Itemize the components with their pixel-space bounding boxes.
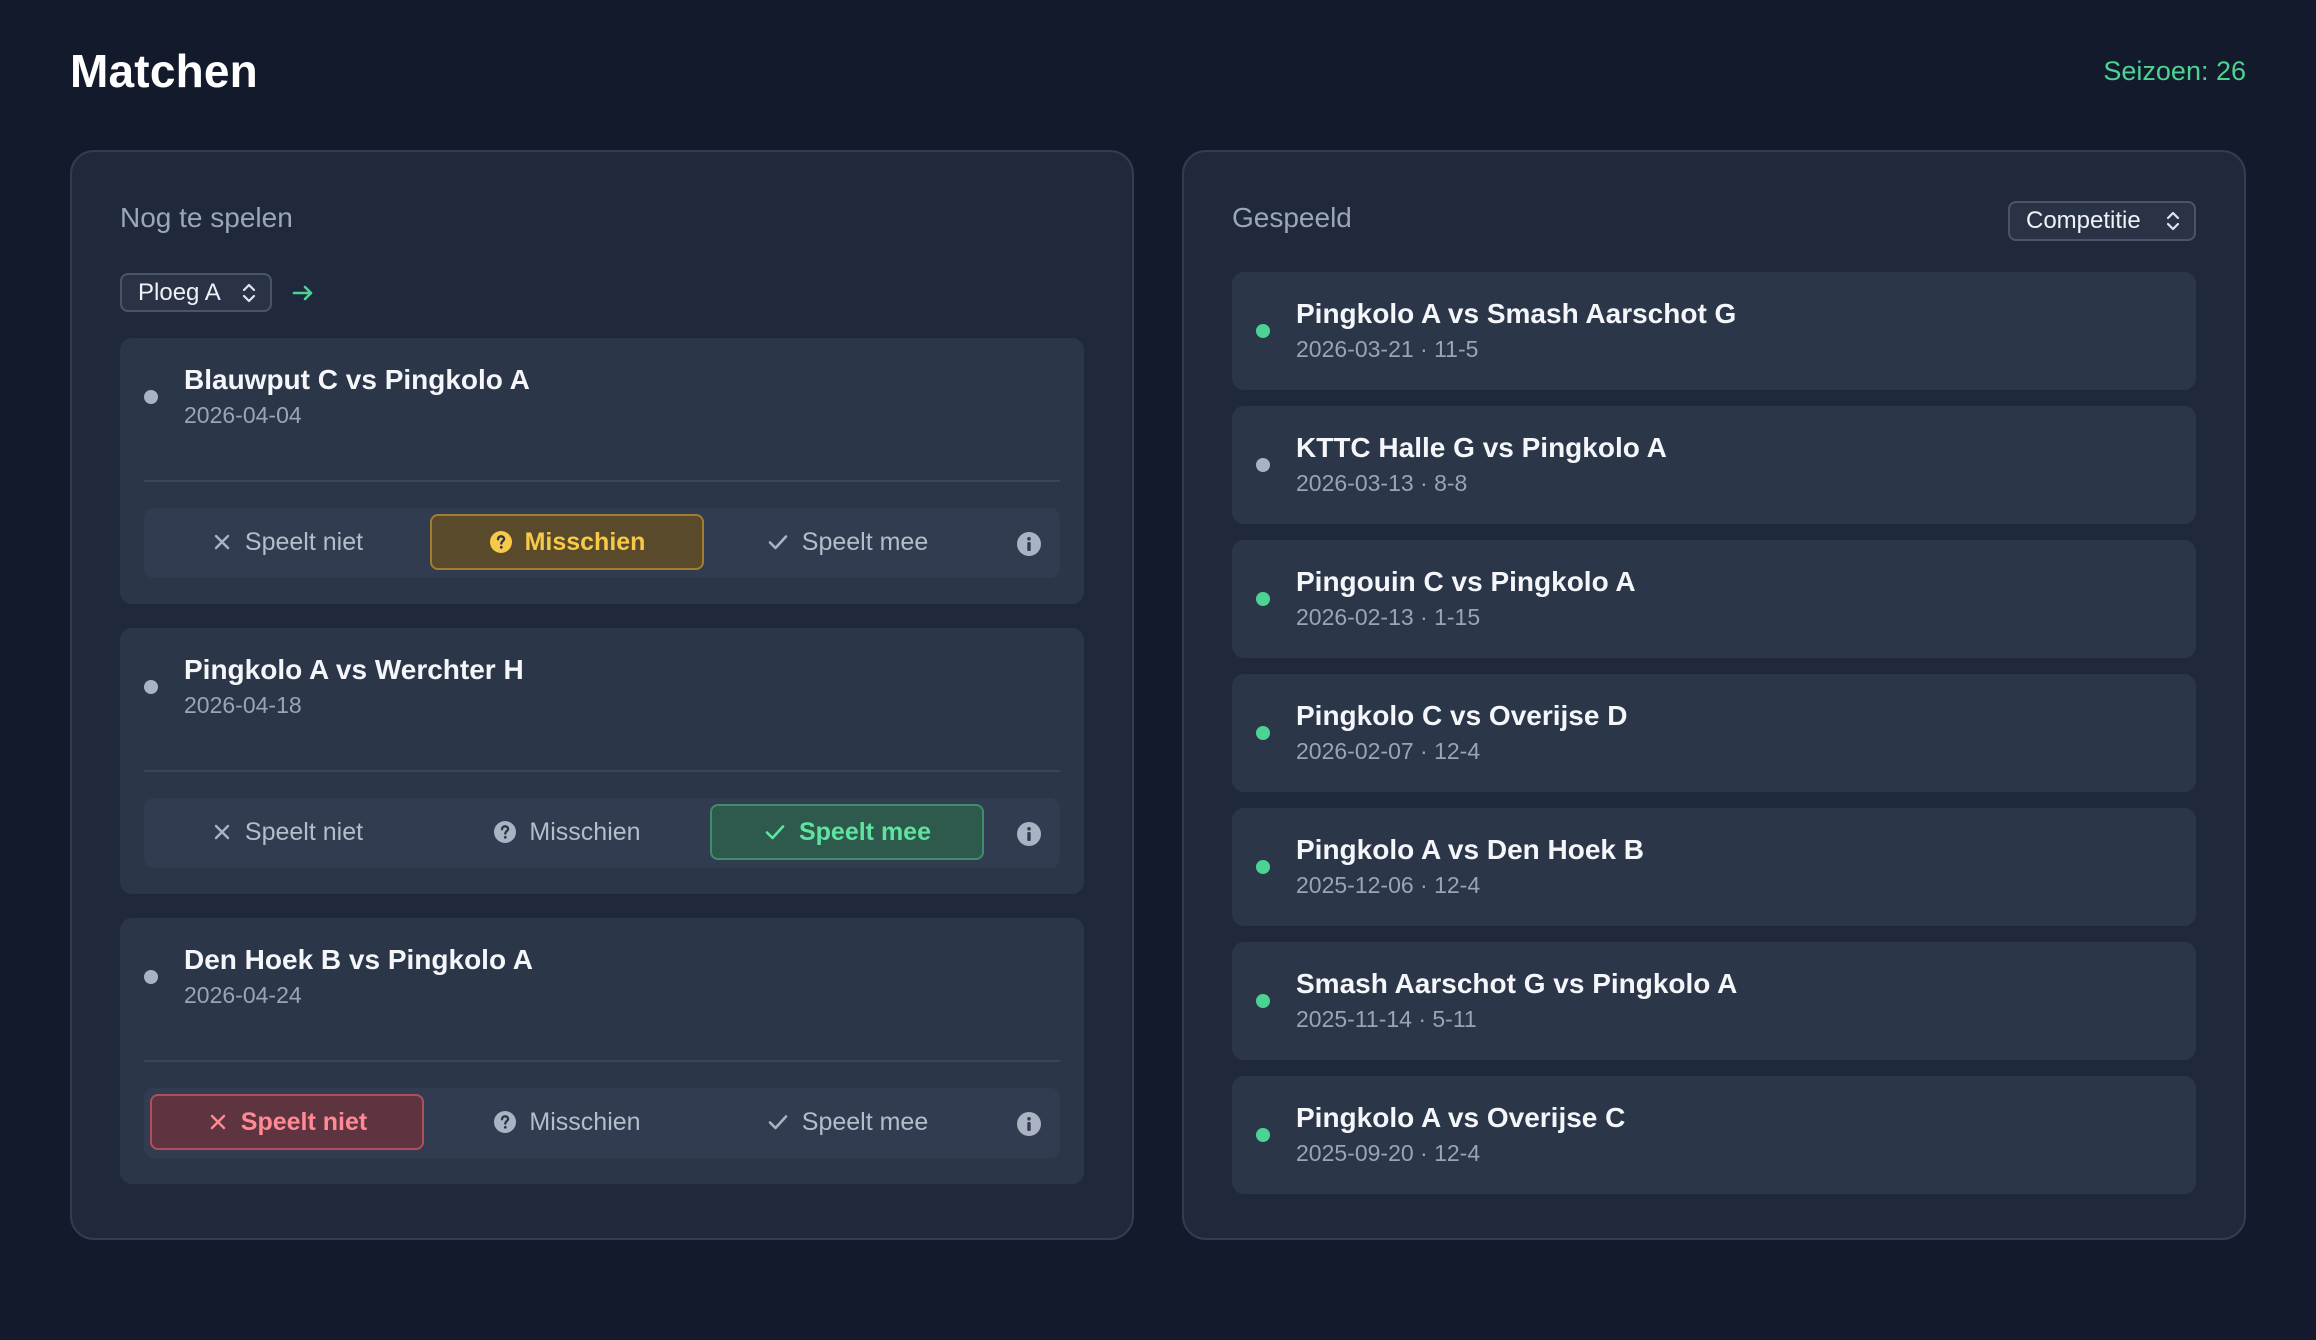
season-label: Seizoen: 26 xyxy=(2103,55,2246,86)
x-icon xyxy=(211,821,233,843)
competition-select-value: Competitie xyxy=(2026,207,2141,234)
check-icon xyxy=(766,530,790,554)
match-title: Den Hoek B vs Pingkolo A xyxy=(184,944,534,975)
match-title: KTTC Halle G vs Pingkolo A xyxy=(1296,432,1667,463)
match-title: Pingkolo A vs Overijse C xyxy=(1296,1102,1626,1133)
x-icon xyxy=(207,1111,229,1133)
option-speelt-niet-button[interactable]: Speelt niet xyxy=(150,804,424,860)
divider xyxy=(144,480,1060,482)
match-title: Pingouin C vs Pingkolo A xyxy=(1296,566,1636,597)
match-date-score: 2026-03-13 · 8-8 xyxy=(1296,470,1468,496)
option-speelt-mee-button[interactable]: Speelt mee xyxy=(710,514,984,570)
info-circle-icon[interactable] xyxy=(1016,821,1042,847)
match-title: Smash Aarschot G vs Pingkolo A xyxy=(1296,968,1738,999)
upcoming-match-card: Pingkolo A vs Werchter H 2026-04-18 Spee… xyxy=(120,628,1084,894)
match-title: Pingkolo A vs Smash Aarschot G xyxy=(1296,298,1737,329)
page-header: Matchen Seizoen: 26 xyxy=(70,40,2246,102)
info-circle-icon[interactable] xyxy=(1016,531,1042,557)
match-title: Pingkolo A vs Den Hoek B xyxy=(1296,834,1644,865)
match-date-score: 2025-12-06 · 12-4 xyxy=(1296,872,1481,898)
result-dot xyxy=(1256,994,1270,1008)
attendance-selector: Speelt niet Misschien Speelt mee xyxy=(144,798,1060,868)
question-circle-icon xyxy=(493,820,517,844)
status-dot xyxy=(144,680,158,694)
status-dot xyxy=(144,970,158,984)
match-date-score: 2026-03-21 · 11-5 xyxy=(1296,336,1479,362)
upcoming-match-card: Den Hoek B vs Pingkolo A 2026-04-24 Spee… xyxy=(120,918,1084,1184)
option-speelt-mee-button[interactable]: Speelt mee xyxy=(710,804,984,860)
result-dot xyxy=(1256,860,1270,874)
played-match-item[interactable]: Pingouin C vs Pingkolo A 2026-02-13 · 1-… xyxy=(1232,540,2196,658)
result-dot xyxy=(1256,1128,1270,1142)
check-icon xyxy=(766,1110,790,1134)
played-match-item[interactable]: KTTC Halle G vs Pingkolo A 2026-03-13 · … xyxy=(1232,406,2196,524)
match-date-score: 2025-09-20 · 12-4 xyxy=(1296,1140,1481,1166)
info-circle-icon[interactable] xyxy=(1016,1111,1042,1137)
result-dot xyxy=(1256,458,1270,472)
match-date: 2026-04-04 xyxy=(184,402,302,428)
page-title: Matchen xyxy=(70,45,258,97)
question-circle-icon xyxy=(493,1110,517,1134)
match-title: Pingkolo A vs Werchter H xyxy=(184,654,524,685)
chevron-updown-icon xyxy=(242,282,256,304)
match-title: Pingkolo C vs Overijse D xyxy=(1296,700,1628,731)
team-select[interactable]: Ploeg A xyxy=(120,273,272,312)
option-label: Speelt niet xyxy=(240,1107,368,1136)
option-speelt-niet-button[interactable]: Speelt niet xyxy=(150,514,424,570)
result-dot xyxy=(1256,726,1270,740)
option-speelt-mee-button[interactable]: Speelt mee xyxy=(710,1094,984,1150)
played-match-item[interactable]: Pingkolo A vs Den Hoek B 2025-12-06 · 12… xyxy=(1232,808,2196,926)
match-date: 2026-04-18 xyxy=(184,692,302,718)
played-match-item[interactable]: Pingkolo C vs Overijse D 2026-02-07 · 12… xyxy=(1232,674,2196,792)
upcoming-match-card: Blauwput C vs Pingkolo A 2026-04-04 Spee… xyxy=(120,338,1084,604)
attendance-selector: Speelt niet Misschien Speelt mee xyxy=(144,1088,1060,1158)
chevron-updown-icon xyxy=(2166,210,2180,232)
option-misschien-button[interactable]: Misschien xyxy=(430,1094,704,1150)
divider xyxy=(144,770,1060,772)
status-dot xyxy=(144,390,158,404)
upcoming-panel: Nog te spelen Ploeg A Blauwput C vs Ping… xyxy=(70,150,1134,1240)
option-label: Misschien xyxy=(529,817,641,846)
played-title: Gespeeld xyxy=(1232,202,1352,233)
match-date-score: 2026-02-13 · 1-15 xyxy=(1296,604,1481,630)
option-label: Speelt mee xyxy=(801,1107,929,1136)
question-circle-icon xyxy=(489,530,513,554)
played-panel: Gespeeld Competitie Pingkolo A vs Smash … xyxy=(1182,150,2246,1240)
option-label: Speelt niet xyxy=(244,817,364,846)
option-label: Misschien xyxy=(524,527,646,556)
played-match-item[interactable]: Pingkolo A vs Overijse C 2025-09-20 · 12… xyxy=(1232,1076,2196,1194)
check-icon xyxy=(763,820,787,844)
arrow-right-icon[interactable] xyxy=(288,278,318,308)
match-title: Blauwput C vs Pingkolo A xyxy=(184,364,530,395)
option-label: Speelt mee xyxy=(798,817,931,846)
option-misschien-button[interactable]: Misschien xyxy=(430,514,704,570)
option-label: Speelt mee xyxy=(801,527,929,556)
match-date-score: 2025-11-14 · 5-11 xyxy=(1296,1006,1477,1032)
divider xyxy=(144,1060,1060,1062)
match-date-score: 2026-02-07 · 12-4 xyxy=(1296,738,1481,764)
match-date: 2026-04-24 xyxy=(184,982,302,1008)
option-misschien-button[interactable]: Misschien xyxy=(430,804,704,860)
option-speelt-niet-button[interactable]: Speelt niet xyxy=(150,1094,424,1150)
played-match-item[interactable]: Smash Aarschot G vs Pingkolo A 2025-11-1… xyxy=(1232,942,2196,1060)
attendance-selector: Speelt niet Misschien Speelt mee xyxy=(144,508,1060,578)
x-icon xyxy=(211,531,233,553)
competition-select[interactable]: Competitie xyxy=(2008,201,2196,241)
result-dot xyxy=(1256,324,1270,338)
result-dot xyxy=(1256,592,1270,606)
option-label: Speelt niet xyxy=(244,527,364,556)
team-select-value: Ploeg A xyxy=(138,278,221,306)
option-label: Misschien xyxy=(529,1107,641,1136)
played-match-item[interactable]: Pingkolo A vs Smash Aarschot G 2026-03-2… xyxy=(1232,272,2196,390)
upcoming-title: Nog te spelen xyxy=(120,202,293,233)
